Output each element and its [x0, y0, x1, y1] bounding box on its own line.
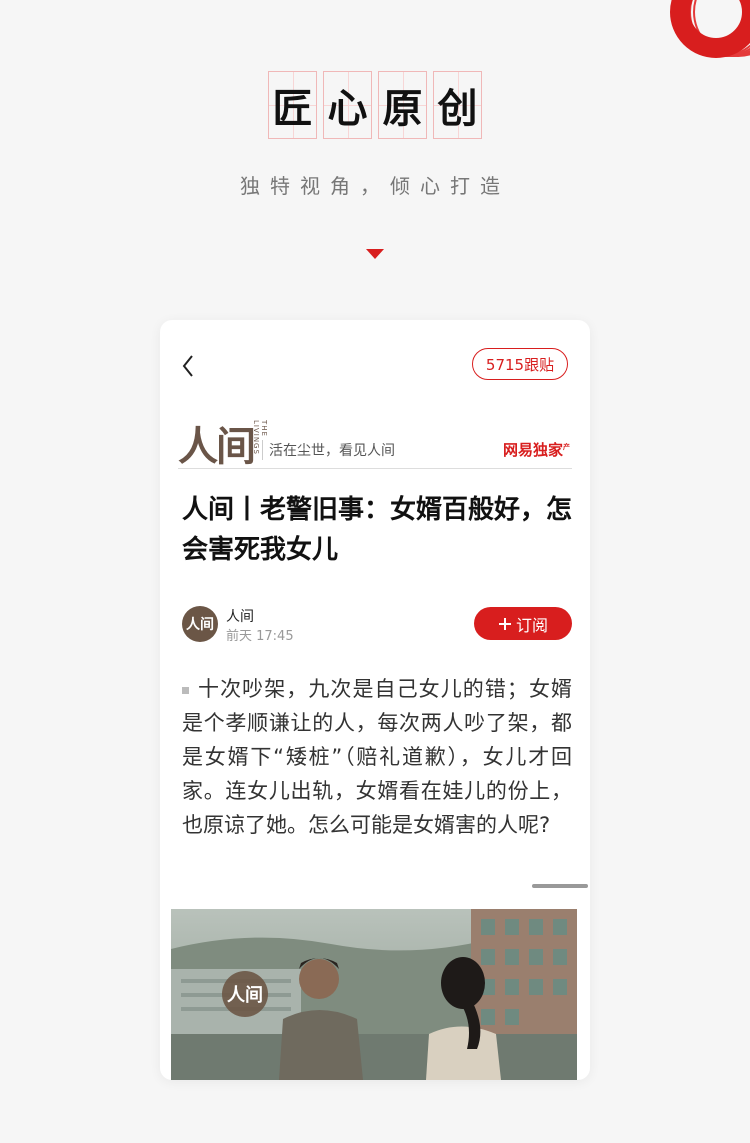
exclusive-tag-sup: 产 — [563, 443, 570, 451]
column-logo: 人间 — [178, 423, 256, 470]
exclusive-tag: 网易独家产 — [503, 439, 570, 460]
down-arrow-icon — [366, 249, 384, 259]
column-slogan: 活在尘世，看见人间 — [262, 440, 395, 460]
bullet-icon — [182, 686, 189, 694]
hero-title-char: 原 — [378, 71, 427, 139]
article-summary: 十次吵架，九次是自己女儿的错；女婿是个孝顺谦让的人，每次两人吵了架，都是女婿下“… — [182, 672, 572, 842]
article-card: 5715跟贴 人间 THE LIVINGS 活在尘世，看见人间 网易独家产 人间… — [160, 320, 590, 1080]
subscribe-button[interactable]: 订阅 — [474, 607, 572, 640]
plus-icon — [498, 617, 511, 630]
subscribe-label: 订阅 — [515, 615, 548, 635]
image-watermark: 人间 — [222, 971, 268, 1017]
hero-title-char: 心 — [323, 71, 372, 139]
exclusive-tag-label: 网易独家 — [502, 441, 563, 459]
scroll-indicator — [532, 884, 588, 888]
hero-subtitle: 独特视角，倾心打造 — [240, 174, 510, 198]
article-headline: 人间丨老警旧事：女婿百般好，怎会害死我女儿 — [182, 495, 573, 565]
article-image[interactable]: 人间 — [171, 909, 577, 1080]
hero-title: 匠 心 原 创 — [268, 71, 482, 141]
author-row: 人间 人间 前天 17:45 订阅 — [182, 606, 572, 646]
comments-count-button[interactable]: 5715跟贴 — [472, 348, 568, 380]
hero-title-char: 创 — [433, 71, 482, 139]
back-button[interactable] — [178, 352, 202, 380]
summary-text: 十次吵架，九次是自己女儿的错；女婿是个孝顺谦让的人，每次两人吵了架，都是女婿下“… — [182, 677, 572, 837]
chevron-left-icon — [182, 355, 193, 377]
author-name[interactable]: 人间 — [226, 606, 254, 626]
avatar[interactable]: 人间 — [182, 606, 218, 642]
publish-time: 前天 17:45 — [226, 629, 294, 644]
hero-title-char: 匠 — [268, 71, 317, 139]
red-ring-decoration — [610, 0, 750, 80]
column-header: 人间 THE LIVINGS 活在尘世，看见人间 网易独家产 — [178, 412, 572, 470]
